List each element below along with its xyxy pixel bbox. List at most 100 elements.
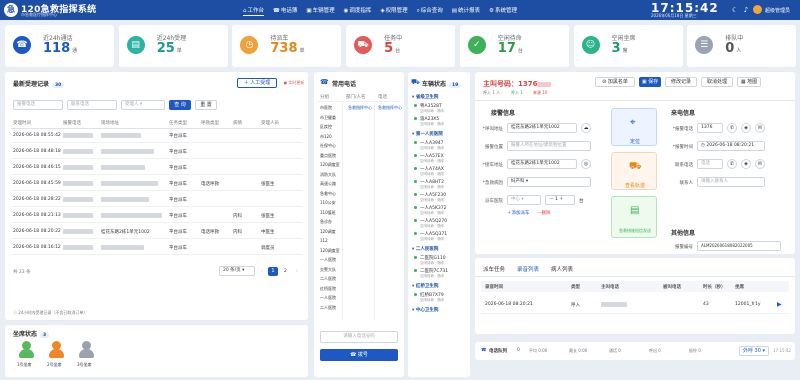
phone-group-item[interactable]: 消防大队 (320, 172, 336, 178)
phone-group-item[interactable]: 高速公路 (320, 181, 336, 187)
phone-group-item[interactable]: 社保中心 (320, 143, 336, 149)
dispatch-hospital-select[interactable]: 中心 ▾ (507, 195, 541, 205)
phone-group-item[interactable]: 110值班 (320, 210, 336, 216)
call-contact-icon[interactable]: ✆ (727, 159, 737, 169)
dial-button[interactable]: ☎ 拨号 (320, 349, 398, 361)
call-time-input[interactable]: ◷ 2026-06-18 08:20:21 (697, 141, 765, 151)
edit-record-button[interactable]: 修改记录 (665, 77, 697, 87)
add-car-link[interactable]: ＋添加派车 (507, 210, 530, 216)
play-recording-icon[interactable]: ▶ (777, 301, 782, 308)
cancel-process-button[interactable]: 取消处理 (701, 77, 733, 87)
stat-card[interactable]: ⛟ 任务中 5 台 (346, 25, 456, 67)
call-phone-icon[interactable]: ✆ (727, 123, 737, 133)
call-address-input[interactable]: 桂花东路2栋1单元1002 (507, 123, 577, 133)
phone-group-item[interactable]: 区疾控 (320, 124, 332, 130)
outbound-select[interactable]: 外呼 30 ▾ (739, 346, 769, 356)
stat-card[interactable]: ☺ 空闲坐席 3 席 (573, 25, 683, 67)
phone-group-item[interactable]: 市120 (320, 134, 332, 140)
theme-moon-icon[interactable]: ☾ (731, 6, 739, 14)
nav-item-6[interactable]: ▤统计报表 (452, 5, 480, 16)
nav-item-0[interactable]: ⌂工作台 (243, 5, 265, 16)
seat-label[interactable]: 1号坐席 (17, 362, 32, 368)
nav-item-2[interactable]: ▣车辆管理 (306, 5, 334, 16)
avatar[interactable] (753, 5, 762, 14)
stat-card[interactable]: ☎ 近24h通话 118 通 (5, 25, 114, 67)
phone-filter-input[interactable]: 报警电话 (13, 100, 63, 110)
chat-icon[interactable]: ✉ (755, 123, 765, 133)
location-input[interactable]: 报警人所在地址/建筑物位置 (507, 141, 591, 151)
phone-group-item[interactable]: 一人医院 (320, 295, 336, 301)
phone-group-item[interactable]: 急诊办 (320, 219, 332, 225)
dial-number-input[interactable]: 请输入电话号码 (320, 331, 398, 343)
manual-accept-button[interactable]: ＋ 人工受理 (237, 78, 277, 88)
nav-item-5[interactable]: ⌕综合查询 (417, 5, 443, 16)
notification-bell-icon[interactable]: ♪ (742, 6, 750, 14)
page-1-button[interactable]: 1 (268, 267, 278, 276)
address-cloud-icon[interactable]: ☁ (581, 123, 591, 133)
track-tile[interactable]: ⛟ 查看轨迹 (611, 152, 657, 190)
stat-card[interactable]: ☰ 排队中 0 人 (687, 25, 797, 67)
phone-group-item[interactable]: 急救中心 (320, 191, 336, 197)
record-phone-redacted (63, 165, 93, 172)
phone-group-item[interactable]: 二人医院 (320, 276, 336, 282)
realtime-update-button[interactable]: ● 实时更新 (281, 78, 307, 88)
tab-2[interactable]: 病人列表 (551, 265, 573, 273)
phone-group-item[interactable]: 市医院 (320, 105, 332, 111)
cause-select[interactable]: 妇产科 ▾ (507, 177, 591, 187)
search-button[interactable]: 查 询 (169, 100, 191, 110)
map-button[interactable]: ▦ 地图 (737, 77, 761, 87)
next-page-button[interactable]: › (296, 269, 298, 274)
caller-phone-input[interactable]: 1376 (697, 123, 723, 133)
phone-group-item[interactable]: 重点医院 (320, 153, 336, 159)
locate-tile[interactable]: ⌖ 定位 (611, 108, 657, 146)
blacklist-button[interactable]: ⊘ 加黑名单 (595, 77, 635, 87)
phone-group-item[interactable]: 红桥医院 (320, 286, 336, 292)
phone-group-item[interactable]: 二人医院 (320, 305, 336, 311)
contact-name-input[interactable]: 请输入联系人 (697, 177, 765, 187)
vehicle-group-header[interactable]: ▾ 红桥卫生院 (412, 283, 438, 289)
sms-tile[interactable]: ▤ 急救措施短信发送 (611, 196, 657, 238)
phone-group-item[interactable]: 交警大队 (320, 267, 336, 273)
phone-group-item[interactable]: 110公安 (320, 200, 336, 206)
remove-car-link[interactable]: －删除 (537, 210, 551, 216)
caller-filter-input[interactable]: 联系电话 (67, 100, 117, 110)
chat-contact-icon[interactable]: ✉ (755, 159, 765, 169)
dispatch-count-stepper[interactable]: － 1 ＋ (545, 195, 575, 205)
save-button[interactable]: ▣ 保存 (639, 77, 661, 87)
locate-phone-icon[interactable]: ◈ (741, 123, 751, 133)
page-2-button[interactable]: 2 (284, 269, 287, 274)
phone-group-item[interactable]: 一人医院 (320, 257, 336, 263)
pickup-address-input[interactable]: 桂花东路2栋1单元1002 (507, 159, 577, 169)
phone-group-item[interactable]: 市卫健委 (320, 115, 336, 121)
seat-label[interactable]: 2号坐席 (47, 362, 62, 368)
phone-group-item[interactable]: 120调度 (320, 229, 336, 235)
page-size-select[interactable]: 20 条/页 ▾ (219, 266, 255, 276)
vehicle-group-header[interactable]: ▾ 中心卫生院 (412, 307, 438, 313)
nav-item-4[interactable]: ◈权限管理 (380, 5, 407, 16)
pickup-locate-icon[interactable]: ◎ (581, 159, 591, 169)
locate-contact-icon[interactable]: ◈ (741, 159, 751, 169)
user-name[interactable]: 超级管理员 (765, 7, 790, 14)
stat-card[interactable]: ✓ 空闲待命 17 台 (459, 25, 569, 67)
tab-0[interactable]: 派车任务 (483, 265, 505, 273)
vehicle-group-header[interactable]: ▾ 第一人民医院 (412, 131, 443, 137)
stat-card[interactable]: ◷ 待派车 738 单 (232, 25, 342, 67)
vehicle-group-header[interactable]: ▾ 省级卫生院 (412, 94, 438, 100)
stat-number: 5 (384, 41, 394, 56)
nav-item-1[interactable]: ☎电话簿 (273, 5, 297, 16)
contact-phone-input[interactable]: 电话 (697, 159, 723, 169)
nav-item-7[interactable]: ⚙系统管理 (489, 5, 517, 16)
staff-filter-select[interactable]: 受理人 ▾ (121, 100, 165, 110)
stat-card[interactable]: ▤ 近24h受理 25 单 (118, 25, 228, 67)
phone-group-item[interactable]: 120调度室 (320, 162, 340, 168)
phone-group-item[interactable]: 120调度室 (320, 248, 340, 254)
reset-button[interactable]: 重 置 (195, 100, 217, 110)
seat-label[interactable]: 3号坐席 (77, 362, 92, 368)
vehicle-status-dot (414, 167, 417, 170)
phone-group-item[interactable]: 112 (320, 238, 328, 243)
vehicle-group-header[interactable]: ▾ 二人民医院 (412, 246, 438, 252)
phone-row-number[interactable]: 急救指挥中心 (378, 105, 402, 111)
prev-page-button[interactable]: ‹ (261, 269, 263, 274)
phone-row-name[interactable]: 急救指挥中心 (348, 105, 372, 111)
nav-item-3[interactable]: ◉调度指挥 (344, 5, 372, 16)
